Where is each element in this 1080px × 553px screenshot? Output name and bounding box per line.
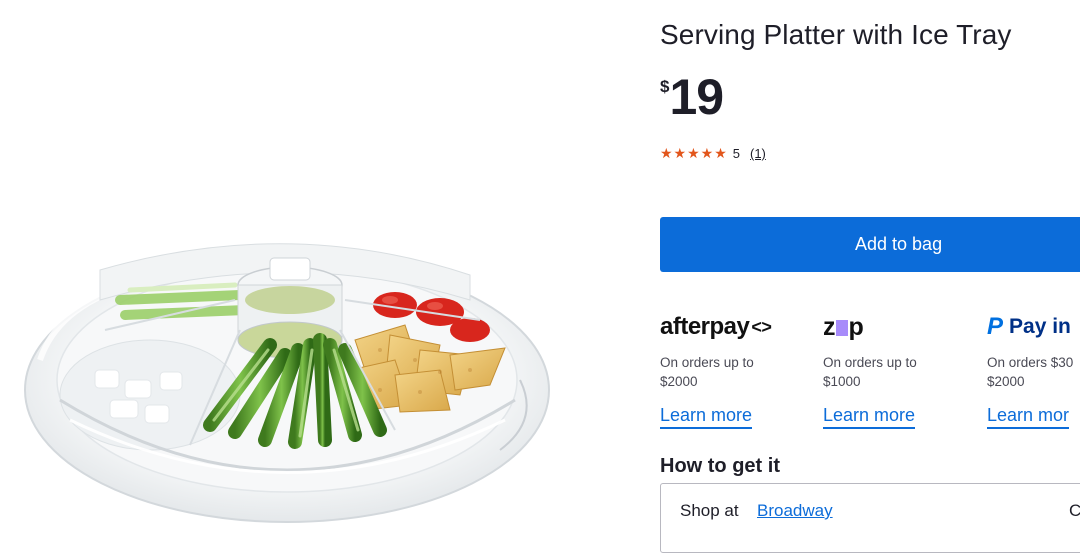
shop-at-label: Shop at	[680, 501, 739, 520]
rating-value: 5	[732, 146, 740, 161]
afterpay-logo-text: afterpay	[660, 313, 750, 340]
zip-option: zp On orders up to $1000 Learn more	[823, 310, 973, 429]
shop-at-store-box[interactable]: Shop at Broadway C	[660, 483, 1080, 553]
store-name-link[interactable]: Broadway	[757, 501, 833, 521]
afterpay-description: On orders up to $2000	[660, 355, 754, 389]
zip-logo-right: p	[848, 312, 864, 341]
review-count-link[interactable]: (1)	[750, 146, 766, 161]
paypal-mark: P	[987, 313, 1004, 340]
afterpay-mark: <>	[751, 316, 772, 337]
paypal-option: P Pay in On orders $30 $2000 Learn mor	[987, 310, 1080, 429]
product-image	[0, 0, 580, 542]
paypal-logo-text: Pay in	[1009, 315, 1071, 338]
price-amount: 19	[669, 69, 724, 125]
paypal-logo-icon: P Pay in	[987, 310, 1080, 344]
zip-logo-icon: zp	[823, 310, 973, 344]
zip-logo-left: z	[823, 312, 835, 341]
zip-learn-more-link[interactable]: Learn more	[823, 405, 916, 429]
zip-description: On orders up to $1000	[823, 355, 917, 389]
afterpay-learn-more-link[interactable]: Learn more	[660, 405, 753, 429]
store-change-text[interactable]: C	[1069, 501, 1080, 521]
rating: ★★★★★ 5 (1)	[660, 145, 766, 162]
paypal-description: On orders $30 $2000	[987, 355, 1074, 389]
product-title: Serving Platter with Ice Tray	[660, 19, 1012, 50]
afterpay-option: afterpay <> On orders up to $2000 Learn m…	[660, 310, 810, 429]
how-to-get-it-heading: How to get it	[660, 455, 780, 477]
add-to-bag-button[interactable]: Add to bag	[660, 217, 1080, 272]
price: $19	[660, 69, 724, 125]
paypal-learn-more-link[interactable]: Learn mor	[987, 405, 1070, 429]
afterpay-logo-icon: afterpay <>	[660, 310, 810, 344]
zip-logo-mark	[835, 320, 848, 336]
star-rating-icon: ★★★★★	[660, 145, 728, 161]
price-currency: $	[660, 77, 670, 96]
